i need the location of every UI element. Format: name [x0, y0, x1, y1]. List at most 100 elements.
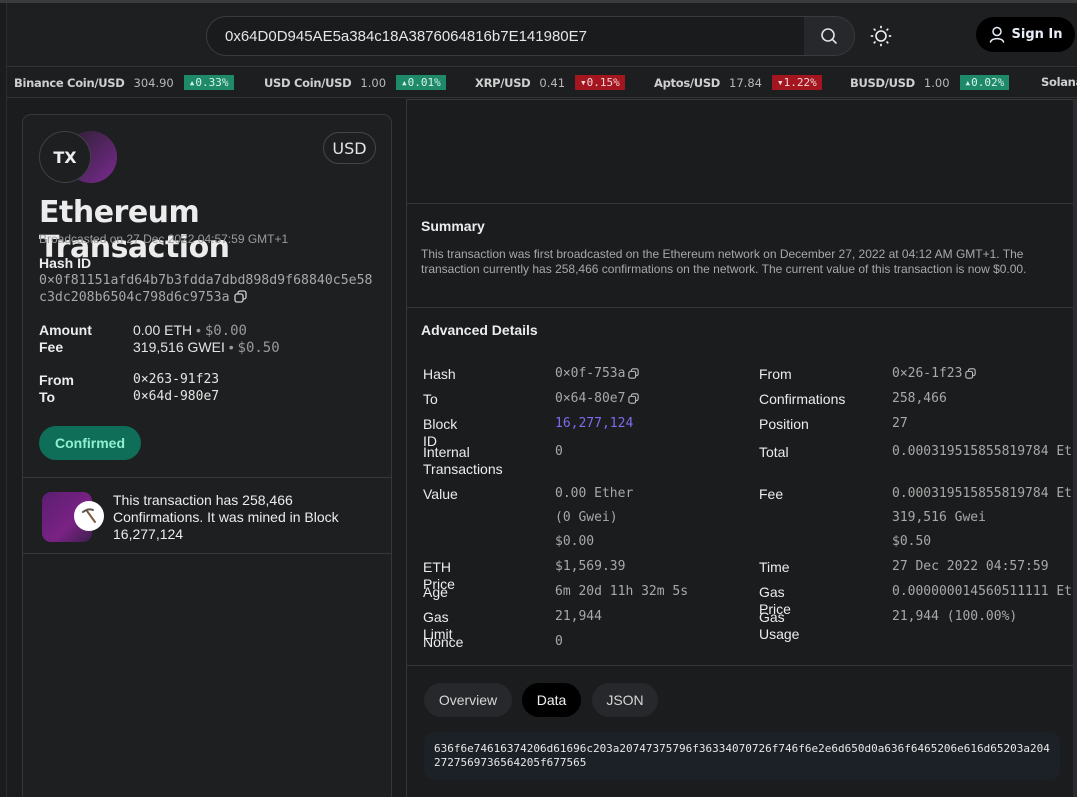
ticker-change-badge: ▾1.22%: [771, 75, 822, 90]
ticker-change-badge: ▾0.15%: [575, 75, 625, 90]
details-panel: Summary This transaction was first broad…: [406, 99, 1077, 797]
ticker-price: 0.41: [539, 75, 566, 90]
ticker-pair: Aptos/USD: [654, 75, 721, 90]
ticker-item[interactable]: Solana: [1041, 75, 1077, 89]
copy-icon[interactable]: [628, 389, 640, 413]
detail-value: 27: [892, 416, 908, 431]
user-icon: [989, 26, 1004, 43]
status-badge: Confirmed: [39, 426, 141, 460]
detail-value: 0: [555, 444, 563, 459]
divider: [23, 477, 391, 478]
detail-label: Age: [423, 584, 448, 600]
fee-label: Fee: [39, 339, 64, 355]
detail-value: 0.000319515855819784 Ether: [892, 486, 1077, 501]
detail-label: Fee: [759, 486, 784, 502]
copy-icon[interactable]: [628, 364, 640, 388]
detail-value: 0.00 Ether: [555, 486, 634, 501]
price-ticker: Binance Coin/USD 304.90 ▴0.33% USD Coin/…: [7, 68, 1077, 98]
broadcast-date: Broadcasted on 27 Dec 2022 04:57:59 GMT+…: [39, 232, 289, 246]
detail-label: Position: [759, 416, 809, 432]
tx-icon: TX: [39, 131, 91, 183]
detail-label: From: [759, 366, 792, 382]
currency-toggle-button[interactable]: USD: [323, 132, 376, 164]
ticker-change-badge: ▴0.02%: [959, 75, 1010, 90]
ticker-change-badge: ▴0.33%: [183, 75, 234, 90]
detail-value: 27 Dec 2022 04:57:59: [892, 559, 1049, 574]
divider: [23, 553, 391, 554]
ticker-item[interactable]: XRP/USD 0.41 ▾0.15%: [475, 75, 625, 90]
caret-down-icon: ▾: [776, 76, 784, 89]
detail-value: 258,466: [892, 391, 947, 406]
amount-label: Amount: [39, 322, 92, 338]
summary-title: Summary: [421, 218, 485, 234]
window-left-border: [6, 3, 7, 797]
detail-value: 0×64-80e7: [555, 387, 640, 413]
ticker-pair: BUSD/USD: [850, 75, 915, 90]
ticker-price: 1.00: [360, 75, 387, 90]
caret-up-icon: ▴: [401, 76, 408, 89]
ticker-price: 1.00: [923, 75, 950, 90]
hash-id-label: Hash ID: [39, 255, 92, 271]
detail-value: $0.50: [892, 534, 932, 549]
ticker-item[interactable]: USD Coin/USD 1.00 ▴0.01%: [264, 75, 446, 90]
detail-label: Nonce: [423, 634, 464, 650]
detail-value: 21,944: [555, 609, 602, 624]
copy-icon[interactable]: [233, 290, 247, 308]
sign-in-label: Sign In: [1011, 27, 1063, 42]
detail-label: Confirmations: [759, 391, 846, 407]
header: Sign In: [7, 3, 1077, 67]
summary-text: This transaction was first broadcasted o…: [421, 247, 1027, 276]
pickaxe-icon: [74, 501, 104, 531]
ticker-item[interactable]: Binance Coin/USD 304.90 ▴0.33%: [14, 75, 234, 90]
ticker-change-badge: ▴0.01%: [396, 75, 446, 90]
detail-value: $1,569.39: [555, 559, 626, 574]
divider: [407, 665, 1077, 666]
detail-label: Time: [759, 559, 790, 575]
sign-in-button[interactable]: Sign In: [976, 17, 1075, 52]
detail-value: 0.000000014560511111 Ether: [892, 584, 1077, 599]
caret-down-icon: ▾: [580, 76, 587, 89]
scrollbar[interactable]: [1073, 99, 1077, 797]
to-address-link[interactable]: 0×64d-980e7: [133, 389, 219, 404]
mined-block-text: This transaction has 258,466 Confirmatio…: [113, 492, 339, 542]
ticker-pair: Solana: [1041, 75, 1077, 89]
ticker-price: 17.84: [729, 75, 762, 90]
transaction-card: TX USD Ethereum Transaction Broadcasted …: [22, 114, 392, 797]
detail-value: 0×0f-753a: [555, 362, 640, 388]
detail-value: 6m 20d 11h 32m 5s: [555, 584, 689, 599]
divider: [407, 307, 1077, 308]
from-label: From: [39, 372, 74, 388]
detail-value: 0: [555, 634, 563, 649]
detail-value: $0.00: [555, 534, 595, 549]
advanced-details-title: Advanced Details: [421, 322, 538, 338]
theme-toggle-button[interactable]: [869, 24, 893, 48]
detail-label: Total: [759, 444, 789, 460]
ticker-pair: USD Coin/USD: [264, 75, 352, 90]
sun-icon: [870, 25, 892, 47]
ticker-pair: XRP/USD: [475, 75, 531, 90]
tab-data[interactable]: Data: [522, 683, 581, 717]
to-label: To: [39, 389, 56, 405]
ticker-pair: Binance Coin/USD: [14, 75, 125, 90]
page-title: Ethereum Transaction: [39, 195, 230, 265]
tab-json[interactable]: JSON: [592, 683, 658, 717]
tab-overview[interactable]: Overview: [424, 683, 512, 717]
detail-label: Internal Transactions: [423, 444, 503, 477]
copy-icon[interactable]: [965, 364, 977, 388]
ticker-price: 304.90: [133, 75, 174, 90]
ticker-item[interactable]: BUSD/USD 1.00 ▴0.02%: [850, 75, 1010, 90]
detail-value: 319,516 Gwei: [892, 510, 986, 525]
block-id-link[interactable]: 16,277,124: [555, 412, 633, 436]
hash-id-value: 0×0f81151afd64b7b3fdda7dbd898d9f68840c5e…: [39, 272, 379, 308]
from-address-link[interactable]: 0×263-91f23: [133, 372, 219, 387]
fee-value: 319,516 GWEI • $0.50: [133, 339, 280, 356]
detail-label: Hash: [423, 366, 456, 382]
search-button[interactable]: [804, 17, 854, 55]
ticker-item[interactable]: Aptos/USD 17.84 ▾1.22%: [654, 75, 822, 90]
transaction-logo: TX: [39, 131, 119, 183]
divider: [407, 99, 1077, 100]
input-data-hex: 636f6e74616374206d61696c203a20747375796f…: [424, 732, 1060, 780]
detail-value: 21,944 (100.00%): [892, 609, 1018, 624]
search-input[interactable]: [207, 17, 805, 55]
detail-label: To: [423, 391, 438, 407]
